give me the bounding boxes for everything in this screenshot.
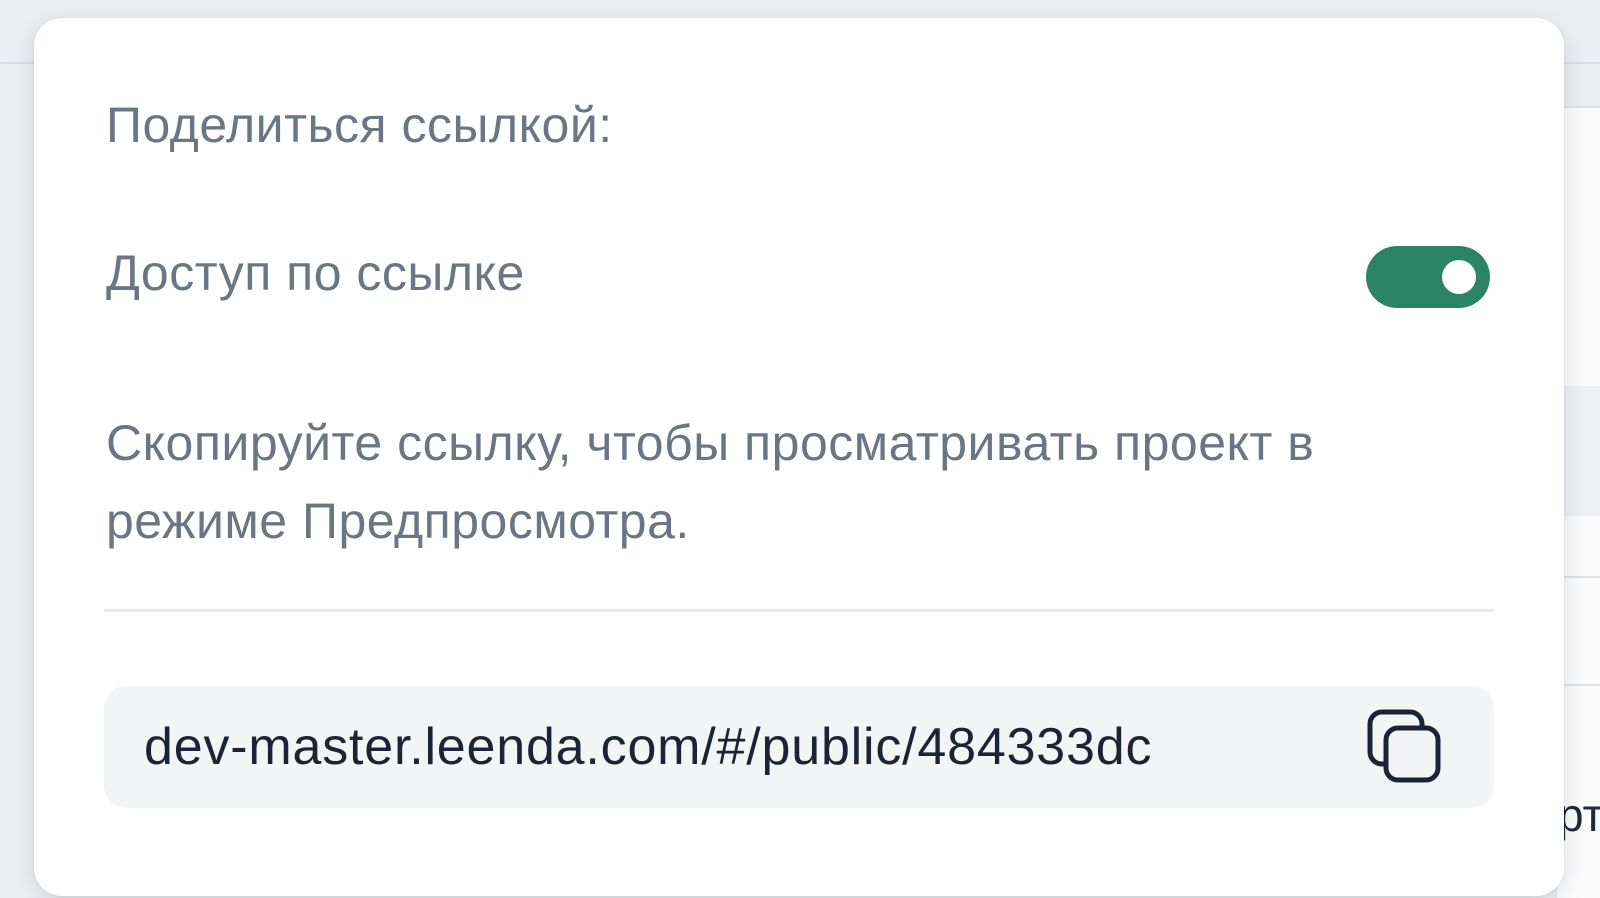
popover-title: Поделиться ссылкой: xyxy=(106,97,613,153)
share-description: Скопируйте ссылку, чтобы просматривать п… xyxy=(106,415,1315,549)
copy-link-button[interactable] xyxy=(1366,708,1446,786)
share-link-url[interactable]: dev-master.leenda.com/#/public/484333dc xyxy=(144,686,1324,808)
copy-icon xyxy=(1367,709,1441,783)
link-access-toggle[interactable] xyxy=(1366,246,1490,308)
divider xyxy=(104,609,1494,612)
background-peek-text: рт xyxy=(1558,789,1600,841)
share-link-popover: Поделиться ссылкой: Доступ по ссылке Ско… xyxy=(34,18,1564,896)
share-link-field[interactable]: dev-master.leenda.com/#/public/484333dc xyxy=(104,686,1494,808)
toggle-knob xyxy=(1442,260,1476,294)
link-access-label: Доступ по ссылке xyxy=(106,245,525,301)
